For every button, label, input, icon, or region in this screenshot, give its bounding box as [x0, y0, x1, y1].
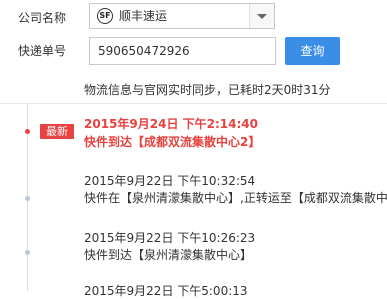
- sf-logo-icon: SF: [97, 8, 113, 24]
- latest-badge: 最新: [40, 124, 74, 139]
- timeline-entry-description: 快件到达【成都双流集散中心2】: [84, 135, 261, 149]
- timeline-entry-time: 2015年9月22日 下午10:26:23: [84, 231, 256, 245]
- company-select-value: 顺丰速运: [119, 9, 168, 23]
- timeline-dot: [25, 196, 30, 201]
- tracking-number-input[interactable]: [89, 37, 276, 65]
- query-button[interactable]: 查询: [285, 37, 340, 65]
- company-select-toggle[interactable]: [249, 4, 274, 28]
- timeline-entry-description: 快件在【泉州清濛集散中心】,正转运至【成都双流集散中: [84, 191, 387, 205]
- divider: [0, 103, 387, 104]
- timeline-dot: [25, 250, 30, 255]
- timeline-entry-time: 2015年9月24日 下午2:14:40: [84, 117, 258, 131]
- sync-notice: 物流信息与官网实时同步，已耗时2天0时31分: [84, 83, 331, 97]
- tracking-label: 快递单号: [18, 44, 67, 58]
- company-select[interactable]: SF 顺丰速运: [89, 3, 275, 29]
- timeline-entry-time: 2015年9月22日 下午5:00:13: [84, 284, 248, 298]
- chevron-down-icon: [257, 14, 267, 19]
- timeline-dot-latest: [25, 129, 30, 134]
- timeline-entry-time: 2015年9月22日 下午10:32:54: [84, 174, 256, 188]
- company-label: 公司名称: [18, 11, 67, 25]
- timeline-entry-description: 快件到达【泉州清濛集散中心】: [84, 248, 253, 262]
